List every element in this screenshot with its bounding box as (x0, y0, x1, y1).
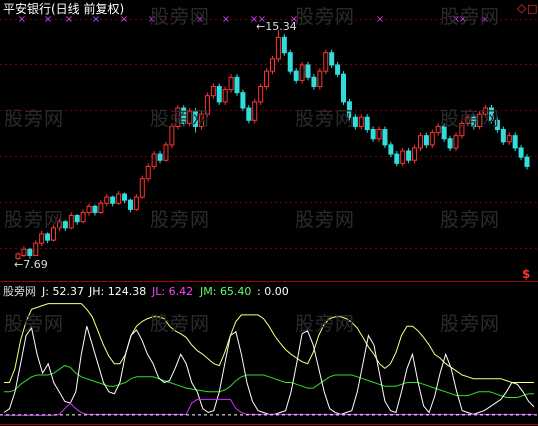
candle-body (86, 205, 92, 213)
candle-body (423, 135, 429, 146)
candle-body (163, 144, 169, 161)
watermark: 股旁网 (4, 209, 65, 231)
candle-body (145, 165, 151, 180)
candle-body (447, 138, 453, 149)
candle-body (364, 116, 370, 131)
candle-body (27, 248, 33, 256)
jm-value-label: JM: 65.40 (200, 285, 252, 298)
candle-body (122, 193, 128, 201)
candle-body (210, 86, 216, 97)
diamond-icon[interactable]: ◇ (517, 2, 526, 15)
candle-body (358, 116, 364, 127)
watermark: 股旁网 (150, 6, 211, 28)
candle-body (341, 73, 347, 103)
candle-body (264, 70, 270, 88)
low-price-label: ←7.69 (14, 258, 48, 271)
jl-line (4, 398, 534, 416)
watermark: 股旁网 (150, 209, 211, 231)
candle-body (228, 76, 234, 91)
watermark: 股旁网 (440, 313, 501, 335)
watermark: 股旁网 (295, 108, 356, 130)
watermark: 股旁网 (440, 6, 501, 28)
watermark: 股旁网 (440, 209, 501, 231)
candle-body (104, 196, 110, 204)
candle-body (275, 36, 281, 60)
signal-marker: × (376, 14, 384, 25)
candle-body (305, 64, 311, 78)
candle-body (406, 150, 412, 161)
candle-body (270, 58, 275, 72)
watermark: 股旁网 (150, 108, 211, 130)
candle-body (311, 76, 317, 88)
signal-marker: × (222, 14, 230, 25)
candle-body (33, 242, 39, 256)
watermark: 股旁网 (295, 209, 356, 231)
candle-body (252, 101, 258, 121)
candle-body (21, 248, 27, 256)
candle-body (98, 202, 104, 213)
candle-body (139, 178, 145, 198)
candle-body (287, 52, 293, 72)
candle-body (216, 86, 222, 103)
j-value-label: J: 52.37 (42, 285, 84, 298)
candle-body (92, 205, 98, 213)
candle-body (370, 129, 376, 140)
candle-body (116, 193, 122, 204)
dollar-icon[interactable]: $ (522, 268, 530, 281)
chart-window[interactable]: × × × × × × × × × × × × × × × 股旁网 股旁网 股旁网 股旁网 股旁网 股旁网 … (0, 0, 538, 426)
watermark: 股旁网 (150, 313, 211, 335)
candle-body (299, 64, 305, 81)
candle-body (317, 70, 323, 88)
candle-body (240, 92, 246, 109)
candle-body (429, 132, 435, 146)
watermark: 股旁网 (295, 313, 356, 335)
candle-body (335, 64, 341, 75)
square-icon[interactable]: □ (527, 2, 537, 15)
candle-body (512, 135, 518, 149)
candle-body (388, 144, 394, 155)
indicator-name: 股旁网 (3, 285, 36, 298)
jl-value-label: JL: 6.42 (152, 285, 194, 298)
candle-body (234, 76, 240, 94)
candle-body (394, 153, 400, 164)
candle-body (323, 52, 329, 72)
watermark: 股旁网 (4, 108, 65, 130)
candle-body (518, 147, 524, 158)
candle-body (376, 129, 382, 140)
candle-body (417, 135, 423, 149)
candle-body (329, 52, 335, 66)
j-line (3, 326, 535, 415)
candle-body (127, 199, 133, 210)
high-price-label: ←15.34 (256, 20, 297, 33)
candle-body (157, 153, 163, 161)
candle-body (222, 89, 228, 103)
watermark: 股旁网 (4, 313, 65, 335)
candle-body (382, 129, 388, 146)
candle-body (524, 156, 530, 167)
candle-body (110, 196, 116, 204)
candle-body (506, 135, 512, 143)
candle-body (74, 215, 80, 223)
candle-body (293, 70, 299, 81)
candle-body (400, 150, 406, 164)
candle-body (246, 107, 252, 121)
candle-body (68, 215, 74, 229)
candle-body (133, 196, 139, 210)
chart-title: 平安银行(日线 前复权) (3, 2, 125, 16)
watermark: 股旁网 (295, 6, 356, 28)
candle-body (412, 147, 418, 161)
candle-body (151, 153, 157, 167)
candle-body (453, 135, 459, 149)
zero-value-label: : 0.00 (257, 285, 289, 298)
candle-body (281, 36, 287, 54)
jh-value-label: JH: 124.38 (89, 285, 147, 298)
candle-body (80, 211, 86, 223)
candle-body (39, 233, 45, 244)
candle-body (45, 233, 51, 241)
watermark: 股旁网 (440, 108, 501, 130)
candle-body (500, 129, 506, 143)
candle-body (258, 86, 264, 103)
